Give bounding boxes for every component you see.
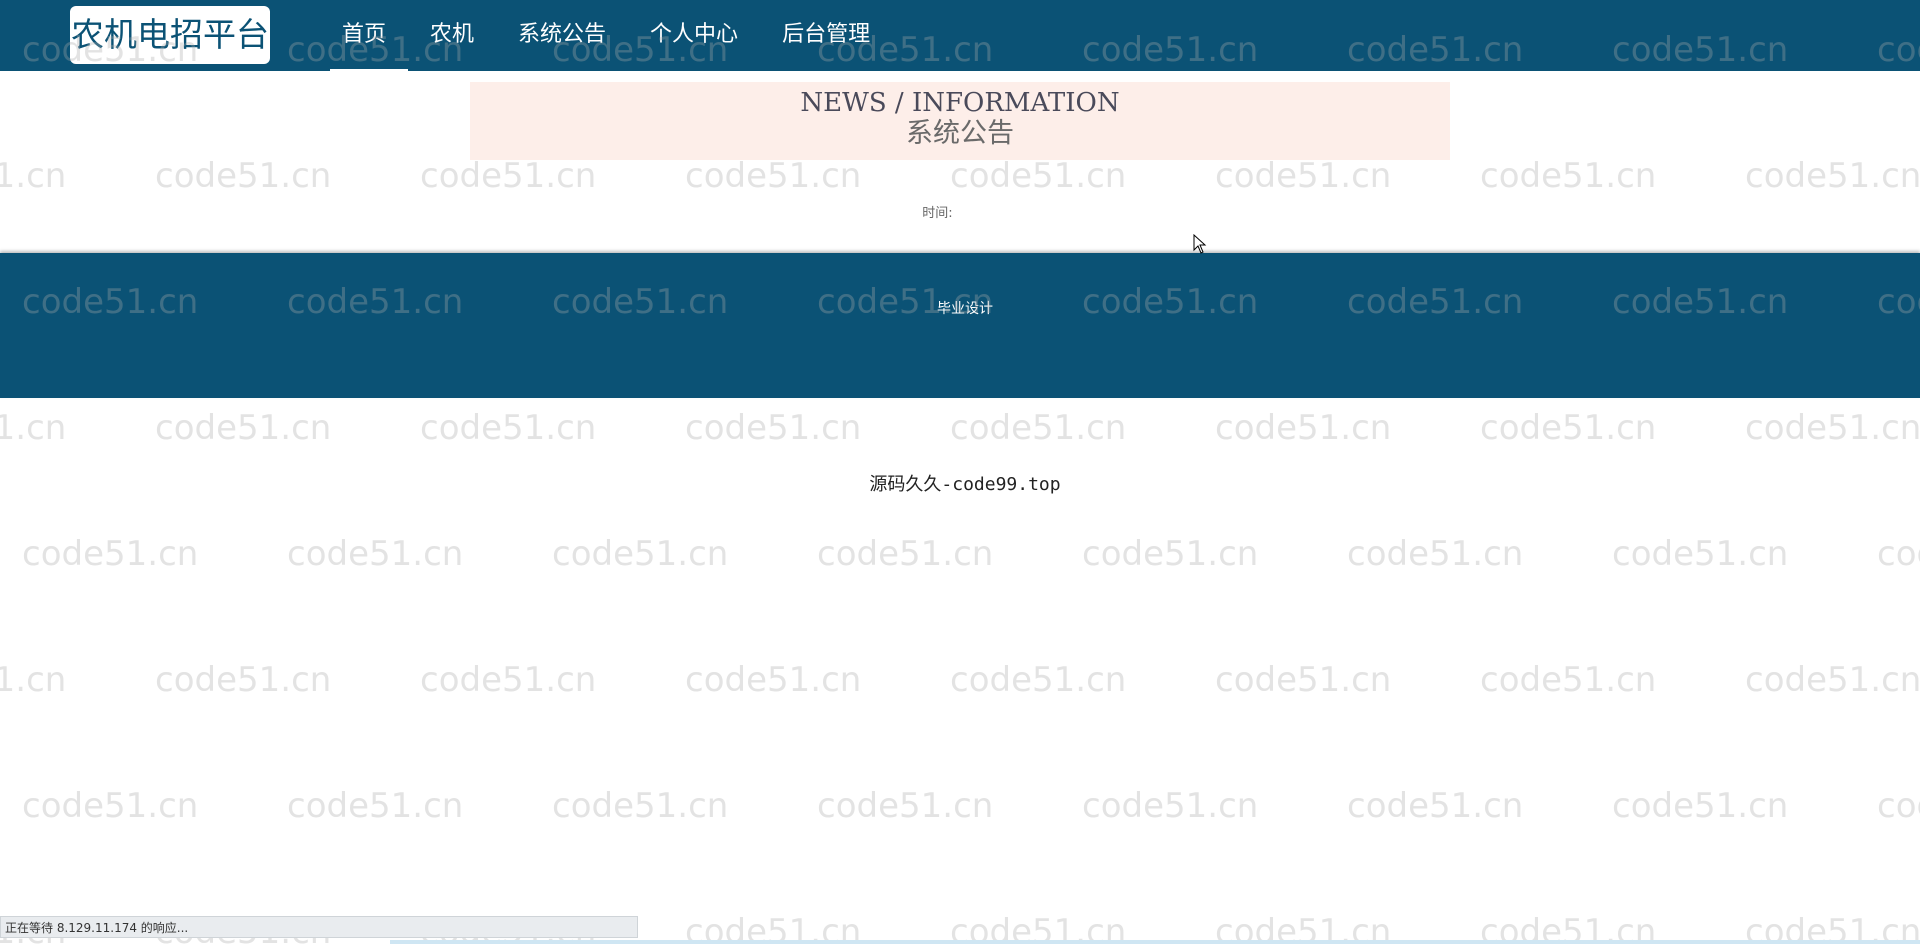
watermark-text: code51.cn <box>0 156 67 196</box>
watermark-text: code51.cn <box>22 534 199 574</box>
watermark-text: code51.cn <box>287 786 464 826</box>
watermark-text: code51.cn <box>1347 786 1524 826</box>
watermark-text: code51.cn <box>1745 156 1920 196</box>
watermark-text: code51.cn <box>420 660 597 700</box>
watermark-text: code51.cn <box>1745 408 1920 448</box>
bottom-scroll-track <box>390 940 1920 944</box>
watermark-text: code51.cn <box>1877 534 1920 574</box>
watermark-text: code51.cn <box>0 660 67 700</box>
watermark-text: code51.cn <box>817 534 994 574</box>
watermark-text: code51.cn <box>685 156 862 196</box>
nav-item-announcements[interactable]: 系统公告 <box>496 0 628 71</box>
article-content: 毕业设计 <box>937 301 993 317</box>
watermark-text: code51.cn <box>155 660 332 700</box>
watermark-text: code51.cn <box>950 156 1127 196</box>
watermark-text: code51.cn <box>155 156 332 196</box>
watermark-text: code51.cn <box>22 786 199 826</box>
watermark-text: code51.cn <box>287 534 464 574</box>
article-time-label: 时间: <box>922 206 953 221</box>
nav-item-home[interactable]: 首页 <box>320 0 409 72</box>
watermark-text: code51.cn <box>1877 786 1920 826</box>
mouse-cursor-icon <box>1193 234 1207 254</box>
watermark-text: code51.cn <box>950 660 1127 700</box>
footer-text: 源码久久-code99.top <box>869 474 1061 495</box>
article-content-band <box>0 253 1920 398</box>
watermark-text: code51.cn <box>1215 408 1392 448</box>
nav-item-machinery[interactable]: 农机 <box>408 0 496 71</box>
watermark-text: code51.cn <box>950 408 1127 448</box>
page: 农机电招平台 首页 农机 系统公告 个人中心 后台管理 NEWS / INFOR… <box>0 0 1920 944</box>
nav-item-admin[interactable]: 后台管理 <box>760 0 892 71</box>
section-title-en: NEWS / INFORMATION <box>800 88 1120 118</box>
watermark-text: code51.cn <box>155 408 332 448</box>
watermark-text: code51.cn <box>1082 786 1259 826</box>
section-title-banner: NEWS / INFORMATION 系统公告 <box>470 82 1450 160</box>
watermark-text: code51.cn <box>817 786 994 826</box>
watermark-text: code51.cn <box>1215 156 1392 196</box>
nav-item-personal-center[interactable]: 个人中心 <box>628 0 760 71</box>
watermark-text: code51.cn <box>1347 534 1524 574</box>
watermark-text: code51.cn <box>552 534 729 574</box>
watermark-text: code51.cn <box>1745 660 1920 700</box>
watermark-text: code51.cn <box>552 786 729 826</box>
section-title-cn: 系统公告 <box>906 118 1014 149</box>
watermark-text: code51.cn <box>420 156 597 196</box>
top-navbar: 农机电招平台 首页 农机 系统公告 个人中心 后台管理 <box>0 0 1920 72</box>
watermark-text: code51.cn <box>685 408 862 448</box>
watermark-text: code51.cn <box>1215 660 1392 700</box>
main-nav: 首页 农机 系统公告 个人中心 后台管理 <box>320 0 892 72</box>
watermark-text: code51.cn <box>1612 534 1789 574</box>
watermark-text: code51.cn <box>1612 786 1789 826</box>
watermark-text: code51.cn <box>685 660 862 700</box>
brand-logo[interactable]: 农机电招平台 <box>70 6 270 64</box>
watermark-text: code51.cn <box>1082 534 1259 574</box>
watermark-text: code51.cn <box>420 408 597 448</box>
watermark-text: code51.cn <box>1480 408 1657 448</box>
article-time-row: 时间: <box>0 202 1920 221</box>
watermark-text: code51.cn <box>1480 660 1657 700</box>
browser-status-bar: 正在等待 8.129.11.174 的响应... <box>0 916 638 938</box>
watermark-text: code51.cn <box>0 408 67 448</box>
watermark-text: code51.cn <box>1480 156 1657 196</box>
